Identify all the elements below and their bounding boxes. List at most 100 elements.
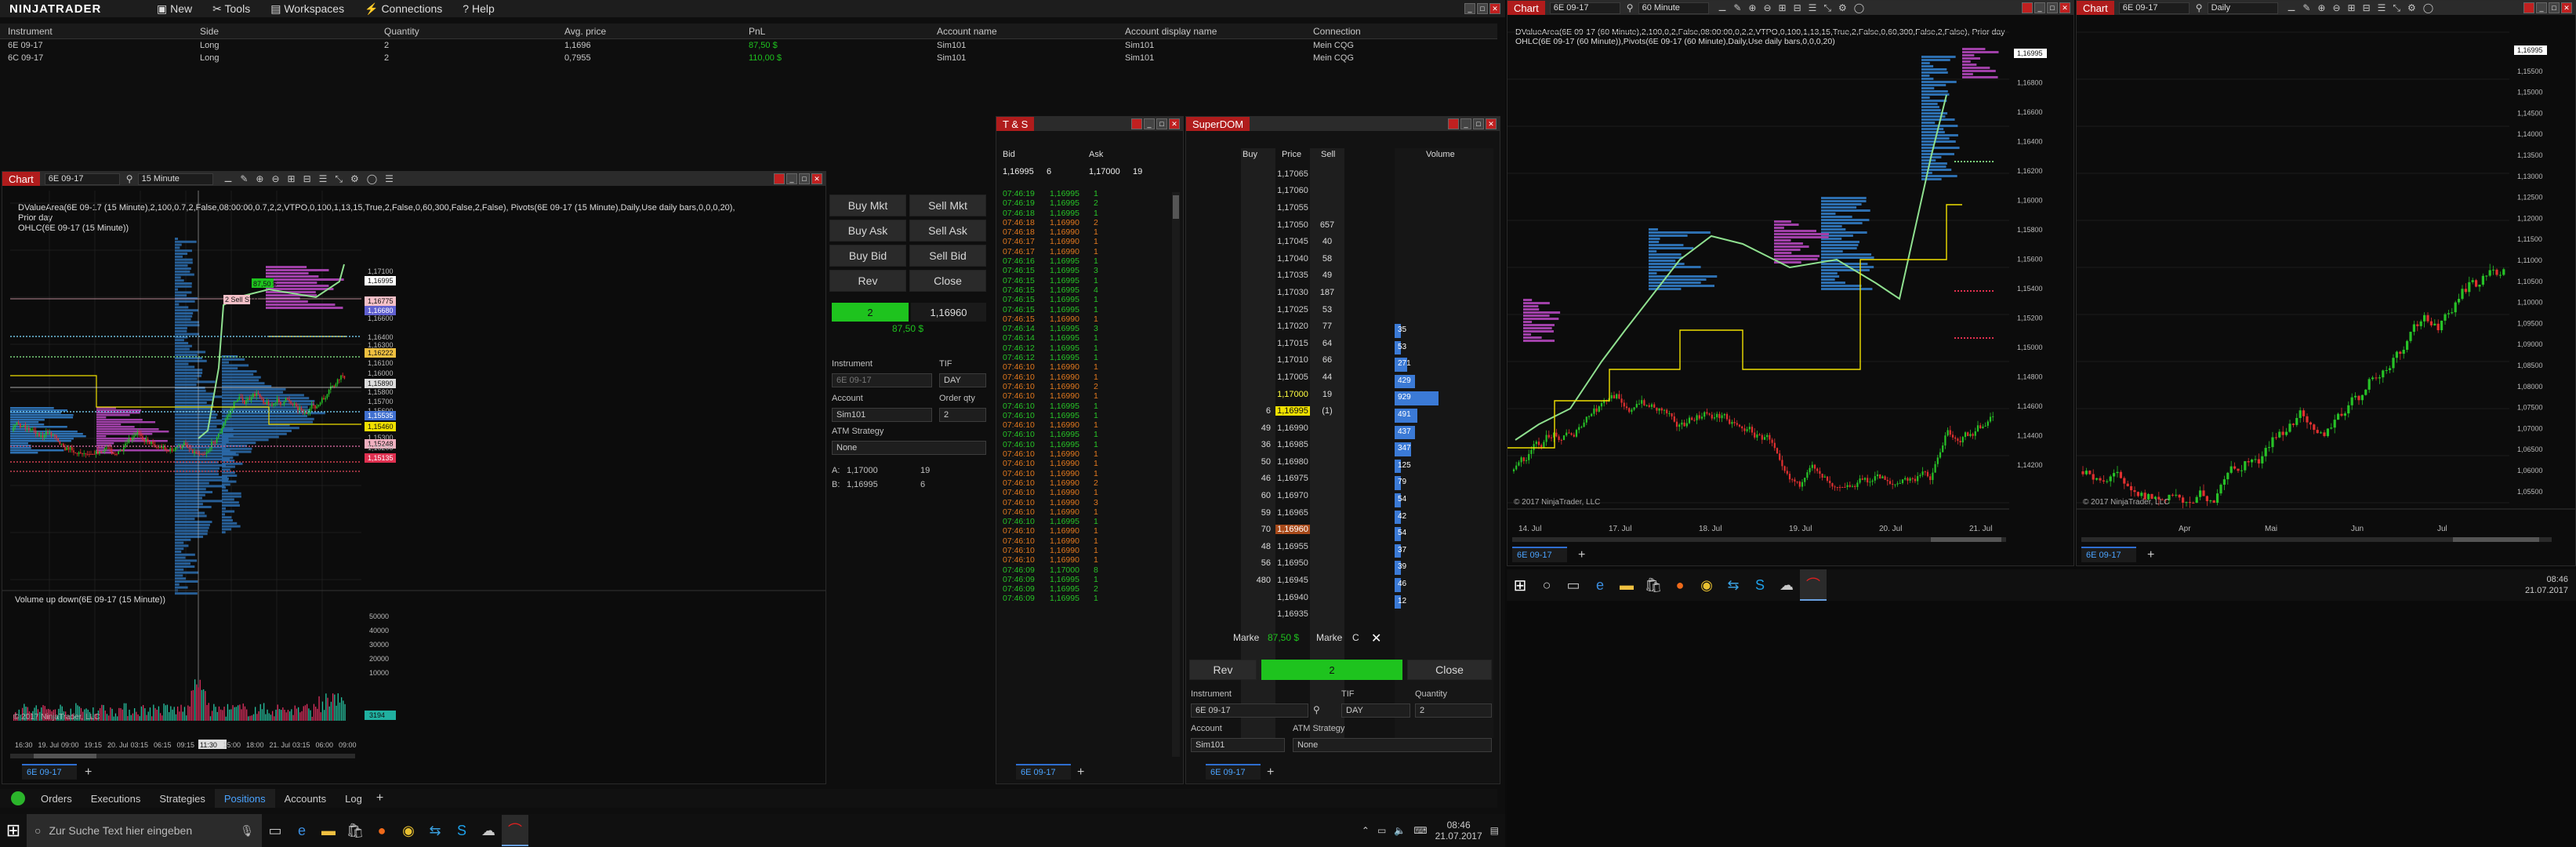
chart-scroll-thumb[interactable] bbox=[34, 754, 96, 758]
dom-reverse-button[interactable]: Rev bbox=[1189, 660, 1257, 680]
dom-sell-cell[interactable]: 19 bbox=[1310, 390, 1344, 399]
dom-row[interactable]: 46 1,16975 bbox=[1241, 471, 1351, 488]
maximize-icon[interactable]: □ bbox=[1477, 3, 1488, 14]
network-app-icon[interactable]: ☁ bbox=[475, 815, 502, 846]
dom-row[interactable]: 36 1,16985 bbox=[1241, 437, 1351, 454]
dom-row[interactable]: 1,17060 bbox=[1241, 183, 1351, 200]
dom-row[interactable]: 6 1,16995 (1) bbox=[1241, 402, 1351, 420]
file-explorer-icon[interactable]: ▬ bbox=[315, 815, 342, 846]
positions-header-cell[interactable]: Account name bbox=[929, 26, 1117, 37]
dom-sell-cell[interactable]: 64 bbox=[1310, 339, 1344, 348]
chart1-canvas[interactable]: 1,17100 1,16995 1,16775 1,166801,16600 1,164… bbox=[2, 172, 826, 784]
add-tab-icon[interactable]: + bbox=[2147, 548, 2154, 562]
cc-tab-executions[interactable]: Executions bbox=[82, 789, 151, 808]
market-buy-label[interactable]: Marke bbox=[1233, 632, 1259, 643]
superdom-tab[interactable]: 6E 09-17 bbox=[1206, 764, 1261, 780]
firefox-icon[interactable]: ● bbox=[368, 815, 395, 846]
dom-buy-cell[interactable]: 60 bbox=[1241, 491, 1275, 500]
menu-new[interactable]: ▣ New bbox=[157, 2, 192, 16]
dom-buy-cell[interactable]: 70 bbox=[1241, 525, 1275, 534]
dom-quantity-stepper[interactable]: 2 bbox=[1415, 703, 1492, 718]
dom-row[interactable]: 1,17035 49 bbox=[1241, 267, 1351, 285]
instrument-select[interactable]: 6E 09-17 bbox=[832, 373, 932, 387]
network-icon[interactable]: ▭ bbox=[1377, 825, 1386, 836]
minimize-icon[interactable]: _ bbox=[1144, 118, 1155, 129]
dom-row[interactable]: 48 1,16955 bbox=[1241, 538, 1351, 555]
positions-header-cell[interactable]: Quantity bbox=[376, 26, 557, 37]
sell-bid-button[interactable]: Sell Bid bbox=[909, 245, 986, 267]
link-icon[interactable] bbox=[1448, 118, 1459, 129]
dom-atm-select[interactable]: None bbox=[1293, 738, 1492, 752]
teamviewer-icon[interactable]: ⇆ bbox=[1720, 569, 1747, 601]
ninjatrader-taskbar-icon[interactable]: ⌒ bbox=[1800, 569, 1827, 601]
network-app-icon[interactable]: ☁ bbox=[1773, 569, 1800, 601]
cc-tab-orders[interactable]: Orders bbox=[31, 789, 82, 808]
table-row[interactable]: 6E 09-17 Long 2 1,1696 87,50 $ Sim101 Sim101 Me… bbox=[0, 39, 1497, 52]
dom-sell-cell[interactable]: (1) bbox=[1310, 406, 1344, 416]
dom-row[interactable]: 1,17015 64 bbox=[1241, 335, 1351, 352]
cc-tab-positions[interactable]: Positions bbox=[214, 789, 275, 808]
menu-help[interactable]: ? Help bbox=[463, 2, 494, 16]
edge-icon[interactable]: e bbox=[1587, 569, 1613, 601]
atm-strategy-select[interactable]: None bbox=[832, 441, 986, 455]
sell-mkt-button[interactable]: Sell Mkt bbox=[909, 194, 986, 216]
ts-scroll-thumb[interactable] bbox=[1173, 195, 1179, 219]
dom-row[interactable]: 1,17045 40 bbox=[1241, 233, 1351, 250]
link-icon[interactable] bbox=[1131, 118, 1142, 129]
dom-row[interactable]: 1,17000 19 bbox=[1241, 386, 1351, 403]
microphone-icon[interactable]: 🎙 bbox=[240, 824, 254, 838]
menu-workspaces[interactable]: ▤ Workspaces bbox=[270, 2, 344, 16]
dom-buy-cell[interactable]: 49 bbox=[1241, 424, 1275, 433]
positions-header-cell[interactable]: PnL bbox=[741, 26, 929, 37]
chart2-canvas[interactable]: 1,16995 1,16800 1,16600 1,16400 1,16200 1,160… bbox=[1508, 1, 2074, 566]
ninjatrader-taskbar-icon[interactable]: ⌒ bbox=[502, 815, 528, 846]
positions-header-cell[interactable]: Instrument bbox=[0, 26, 192, 37]
chart3-tab[interactable]: 6E 09-17 bbox=[2081, 547, 2136, 562]
dom-row[interactable]: 1,17040 58 bbox=[1241, 250, 1351, 267]
dom-row[interactable]: 1,17010 66 bbox=[1241, 352, 1351, 369]
dom-row[interactable]: 60 1,16970 bbox=[1241, 487, 1351, 504]
dom-buy-cell[interactable]: 59 bbox=[1241, 508, 1275, 518]
menu-tools[interactable]: ✂ Tools bbox=[212, 2, 250, 16]
add-tab-icon[interactable]: + bbox=[1267, 765, 1274, 780]
dom-cancel-label[interactable]: C bbox=[1352, 632, 1359, 643]
edge-icon[interactable]: e bbox=[288, 815, 315, 846]
minimize-icon[interactable]: _ bbox=[1460, 118, 1471, 129]
skype-icon[interactable]: S bbox=[1747, 569, 1773, 601]
cc-tab-log[interactable]: Log bbox=[336, 789, 372, 808]
maximize-icon[interactable]: □ bbox=[1473, 118, 1484, 129]
dom-row[interactable]: 1,16940 bbox=[1241, 589, 1351, 606]
table-row[interactable]: 6C 09-17 Long 2 0,7955 110,00 $ Sim101 Sim101 M… bbox=[0, 52, 1497, 64]
cc-tab-accounts[interactable]: Accounts bbox=[275, 789, 336, 808]
store-icon[interactable]: 🛍 bbox=[342, 815, 368, 846]
dom-row[interactable]: 70 1,16960 bbox=[1241, 521, 1351, 538]
task-view-icon[interactable]: ▭ bbox=[1560, 569, 1587, 601]
dom-buy-cell[interactable]: 50 bbox=[1241, 457, 1275, 467]
chart-scroll-thumb[interactable] bbox=[1931, 537, 2001, 542]
dom-buy-cell[interactable]: 6 bbox=[1241, 406, 1275, 416]
close-icon[interactable]: ✕ bbox=[1169, 118, 1180, 129]
windows-start-icon[interactable]: ⊞ bbox=[1507, 569, 1533, 601]
dom-close-button[interactable]: Close bbox=[1407, 660, 1492, 680]
dom-row[interactable]: 56 1,16950 bbox=[1241, 555, 1351, 573]
dom-buy-cell[interactable]: 36 bbox=[1241, 440, 1275, 449]
dom-sell-cell[interactable]: 44 bbox=[1310, 373, 1344, 382]
dom-sell-cell[interactable]: 40 bbox=[1310, 237, 1344, 246]
dom-row[interactable]: 59 1,16965 bbox=[1241, 504, 1351, 522]
store-icon[interactable]: 🛍 bbox=[1640, 569, 1667, 601]
add-tab-icon[interactable]: + bbox=[376, 791, 383, 805]
dom-instrument-select[interactable]: 6E 09-17 bbox=[1191, 703, 1308, 718]
positions-header-cell[interactable]: Avg. price bbox=[557, 26, 741, 37]
chrome-icon[interactable]: ◉ bbox=[1693, 569, 1720, 601]
dom-row[interactable]: 1,17055 bbox=[1241, 199, 1351, 216]
cc-tab-strategies[interactable]: Strategies bbox=[150, 789, 215, 808]
search-icon[interactable]: ⚲ bbox=[1313, 704, 1320, 715]
dom-row[interactable]: 1,17025 53 bbox=[1241, 301, 1351, 318]
dom-sell-cell[interactable]: 77 bbox=[1310, 322, 1344, 331]
dom-buy-cell[interactable]: 56 bbox=[1241, 558, 1275, 568]
dom-row[interactable]: 1,17050 657 bbox=[1241, 216, 1351, 234]
chart1-tab[interactable]: 6E 09-17 bbox=[22, 764, 77, 780]
add-tab-icon[interactable]: + bbox=[1077, 765, 1084, 780]
buy-mkt-button[interactable]: Buy Mkt bbox=[829, 194, 906, 216]
chart2-tab[interactable]: 6E 09-17 bbox=[1512, 547, 1567, 562]
